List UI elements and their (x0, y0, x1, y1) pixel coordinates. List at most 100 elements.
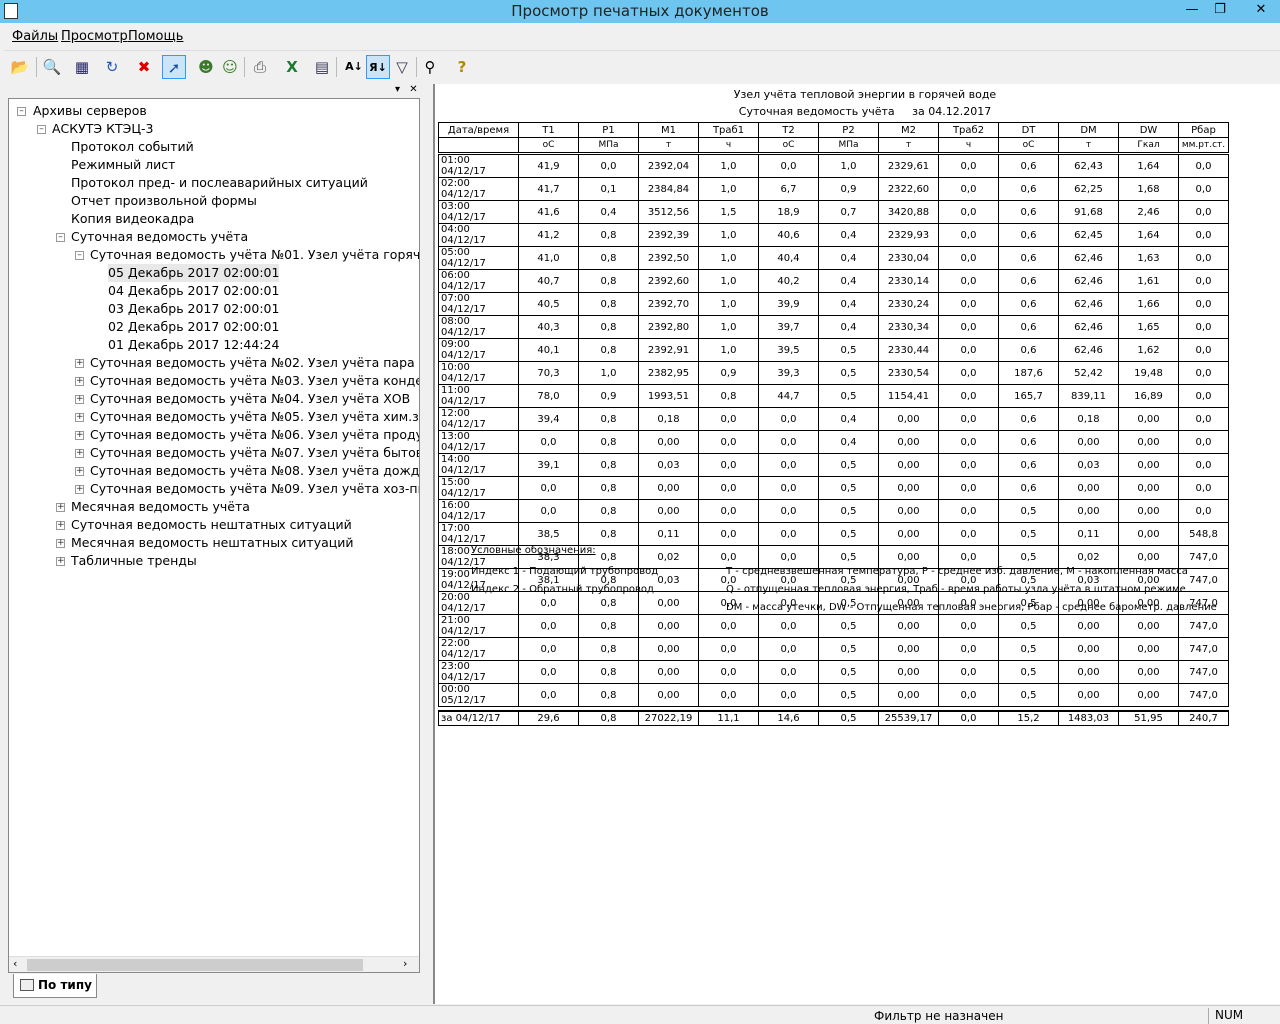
tree-item[interactable]: Табличные тренды (71, 552, 197, 570)
table-cell: 0,0 (698, 499, 759, 523)
print-icon[interactable]: ⎙ (248, 55, 272, 79)
refresh-icon[interactable]: ↻ (100, 55, 124, 79)
table-cell: 22:00 04/12/17 (438, 637, 519, 661)
tree-date-selected[interactable]: 05 Декабрь 2017 02:00:01 (108, 264, 280, 282)
tree-item[interactable]: Отчет произвольной формы (71, 192, 257, 210)
table-row: 11:00 04/12/17 78,0 0,9 1993,51 0,8 44,7 0,5 11… (438, 384, 1229, 408)
table-cell: 747,0 (1178, 614, 1229, 638)
tree-item[interactable]: Режимный лист (71, 156, 175, 174)
table-cell: 0,4 (818, 269, 879, 293)
preview-icon[interactable]: 🔍 (40, 55, 64, 79)
tree-date[interactable]: 02 Декабрь 2017 02:00:01 (108, 318, 279, 336)
fit-icon[interactable]: ▦ (70, 55, 94, 79)
tree-item[interactable]: Месячная ведомость учёта (71, 498, 250, 516)
tree-node[interactable]: Суточная ведомость учёта №06. Узел учёта… (90, 426, 419, 444)
tab-by-type[interactable]: По типу (13, 974, 97, 998)
document-view: Узел учёта тепловой энергии в горячей во… (433, 84, 1280, 1004)
tree-root[interactable]: Архивы серверов (33, 102, 147, 120)
menu-view[interactable]: Просмотр (61, 29, 128, 44)
expand-icon[interactable]: + (56, 539, 65, 548)
table-cell: 0,0 (938, 315, 999, 339)
user-remove-icon[interactable]: ☺ (218, 55, 242, 79)
table-cell: 0,0 (938, 153, 999, 178)
collapse-icon[interactable]: – (75, 251, 84, 260)
delete-icon[interactable]: ✖ (132, 55, 156, 79)
tree-node[interactable]: Суточная ведомость учёта №03. Узел учёта… (90, 372, 419, 390)
table-cell: 2392,91 (638, 338, 699, 362)
tree-node[interactable]: Суточная ведомость учёта №02. Узел учёта… (90, 354, 415, 372)
tree-node-01[interactable]: Суточная ведомость учёта №01. Узел учёта… (90, 246, 419, 264)
expand-icon[interactable]: + (56, 521, 65, 530)
tree-node[interactable]: Суточная ведомость учёта №09. Узел учёта… (90, 480, 419, 498)
pin-icon[interactable]: ➚ (162, 55, 186, 79)
maximize-button[interactable]: ❐ (1206, 0, 1234, 20)
filter-icon[interactable]: ▽ (390, 55, 414, 79)
table-cell: 0,0 (698, 683, 759, 707)
table-cell: оС (518, 137, 579, 155)
expand-icon[interactable]: + (75, 431, 84, 440)
scroll-right-icon[interactable]: › (403, 957, 407, 970)
expand-icon[interactable]: + (75, 449, 84, 458)
tree-node[interactable]: Суточная ведомость учёта №04. Узел учёта… (90, 390, 410, 408)
pane-controls: ▾ ✕ (395, 84, 423, 96)
tree-node[interactable]: Суточная ведомость учёта №08. Узел учёта… (90, 462, 419, 480)
tree-date[interactable]: 04 Декабрь 2017 02:00:01 (108, 282, 279, 300)
tree-item[interactable]: Месячная ведомость нештатных ситуаций (71, 534, 354, 552)
sort-asc-icon[interactable]: A↓ (342, 55, 366, 79)
table-cell: 62,46 (1058, 269, 1119, 293)
table-cell: 0,03 (1058, 453, 1119, 477)
table-cell: 0,6 (998, 315, 1059, 339)
collapse-icon[interactable]: – (37, 125, 46, 134)
expand-icon[interactable]: + (75, 395, 84, 404)
tree-date[interactable]: 01 Декабрь 2017 12:44:24 (108, 336, 279, 354)
scroll-left-icon[interactable]: ‹ (13, 957, 17, 970)
menu-files[interactable]: Файлы (12, 29, 58, 44)
table-row: 10:00 04/12/17 70,3 1,0 2382,95 0,9 39,3 0,5 23… (438, 361, 1229, 385)
tree-node[interactable]: Суточная ведомость учёта №07. Узел учёта… (90, 444, 419, 462)
table-cell: 1,64 (1118, 153, 1179, 178)
user-add-icon[interactable]: ☻ (194, 55, 218, 79)
tree-item[interactable]: Суточная ведомость нештатных ситуаций (71, 516, 352, 534)
tree-item[interactable]: Протокол событий (71, 138, 194, 156)
table-cell: 0,00 (638, 430, 699, 454)
help-icon[interactable]: ? (450, 55, 474, 79)
tree-item[interactable]: Копия видеокадра (71, 210, 194, 228)
table-cell: 2329,93 (878, 223, 939, 247)
table-cell: 0,5 (998, 522, 1059, 546)
menu-help[interactable]: Помощь (128, 29, 183, 44)
table-cell: 1,62 (1118, 338, 1179, 362)
search-icon[interactable]: ⚲ (418, 55, 442, 79)
tree-node[interactable]: Суточная ведомость учёта №05. Узел учёта… (90, 408, 419, 426)
horizontal-scrollbar[interactable]: ‹ › (9, 956, 419, 972)
table-cell: 0,00 (1118, 499, 1179, 523)
table-cell: P2 (818, 122, 879, 138)
open-icon[interactable]: 📂 (8, 55, 32, 79)
expand-icon[interactable]: + (75, 485, 84, 494)
report-title: Узел учёта тепловой энергии в горячей во… (733, 88, 997, 101)
minimize-button[interactable]: — (1178, 0, 1206, 20)
table-cell: 0,00 (878, 430, 939, 454)
table-cell: 41,2 (518, 223, 579, 247)
tree-date[interactable]: 03 Декабрь 2017 02:00:01 (108, 300, 279, 318)
table-cell: 62,46 (1058, 338, 1119, 362)
collapse-icon[interactable]: – (17, 107, 26, 116)
expand-icon[interactable]: + (75, 467, 84, 476)
sort-desc-icon[interactable]: Я↓ (366, 55, 390, 79)
tree-server[interactable]: АСКУТЭ КТЭЦ-3 (52, 120, 154, 138)
expand-icon[interactable]: + (56, 503, 65, 512)
expand-icon[interactable]: + (75, 359, 84, 368)
close-button[interactable]: ✕ (1244, 0, 1278, 20)
pane-dropdown-icon[interactable]: ▾ (395, 84, 400, 95)
pane-close-icon[interactable]: ✕ (409, 84, 417, 95)
collapse-icon[interactable]: – (56, 233, 65, 242)
expand-icon[interactable]: + (75, 413, 84, 422)
properties-icon[interactable]: ▤ (310, 55, 334, 79)
expand-icon[interactable]: + (56, 557, 65, 566)
excel-icon[interactable]: X (280, 55, 304, 79)
tree-item[interactable]: Протокол пред- и послеаварийных ситуаций (71, 174, 368, 192)
scroll-thumb[interactable] (27, 959, 363, 971)
table-cell: 0,5 (818, 660, 879, 684)
table-cell: 1,0 (698, 153, 759, 178)
expand-icon[interactable]: + (75, 377, 84, 386)
tree-item[interactable]: Суточная ведомость учёта (71, 228, 248, 246)
